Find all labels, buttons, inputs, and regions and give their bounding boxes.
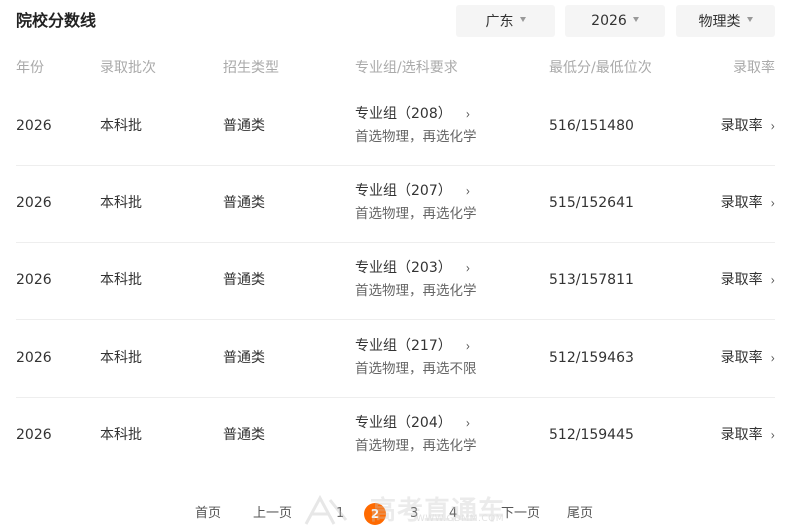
admission-rate-link[interactable]: 录取率 ›: [721, 270, 775, 291]
chevron-right-icon: ›: [770, 195, 775, 212]
chevron-right-icon: ›: [465, 106, 471, 123]
column-header-score: 最低分/最低位次: [549, 60, 652, 76]
year-cell: 2026: [16, 195, 52, 211]
last-page-link[interactable]: 尾页: [567, 503, 593, 525]
batch-cell: 本科批: [100, 427, 142, 443]
score-rank-cell: 516/151480: [549, 118, 634, 134]
group-label: 专业组（208）: [355, 106, 452, 122]
year-cell: 2026: [16, 350, 52, 366]
group-label: 专业组（207）: [355, 183, 452, 199]
year-cell: 2026: [16, 118, 52, 134]
requirement-cell: 首选物理，再选化学: [355, 129, 477, 145]
column-header-group: 专业组/选科要求: [355, 60, 458, 76]
requirement-cell: 首选物理，再选化学: [355, 283, 477, 299]
type-cell: 普通类: [223, 195, 265, 211]
type-cell: 普通类: [223, 272, 265, 288]
chevron-right-icon: ›: [770, 350, 775, 367]
year-dropdown-label: 2026: [591, 13, 627, 29]
admission-rate-link[interactable]: 录取率 ›: [721, 425, 775, 446]
admission-rate-label: 录取率: [720, 118, 763, 134]
page-1-link[interactable]: 1: [336, 503, 344, 525]
group-link[interactable]: 专业组（207） ›: [355, 181, 470, 202]
caret-down-icon: [632, 16, 639, 22]
group-label: 专业组（203）: [355, 260, 452, 276]
batch-cell: 本科批: [100, 272, 142, 288]
group-label: 专业组（217）: [355, 338, 452, 354]
batch-cell: 本科批: [100, 118, 142, 134]
batch-cell: 本科批: [100, 350, 142, 366]
type-cell: 普通类: [223, 350, 265, 366]
chevron-right-icon: ›: [770, 118, 775, 135]
score-rank-cell: 512/159445: [549, 427, 634, 443]
column-header-batch: 录取批次: [100, 60, 156, 76]
prev-page-link[interactable]: 上一页: [253, 503, 292, 525]
page-3-link[interactable]: 3: [410, 503, 418, 525]
requirement-cell: 首选物理，再选化学: [355, 438, 477, 454]
chevron-right-icon: ›: [770, 427, 775, 444]
caret-down-icon: [519, 16, 526, 22]
group-link[interactable]: 专业组（217） ›: [355, 336, 470, 357]
chevron-right-icon: ›: [465, 338, 471, 355]
column-header-rate: 录取率: [733, 60, 775, 76]
chevron-right-icon: ›: [465, 260, 471, 277]
chevron-right-icon: ›: [465, 183, 471, 200]
admission-rate-link[interactable]: 录取率 ›: [721, 193, 775, 214]
subject-dropdown[interactable]: 物理类: [676, 5, 775, 37]
batch-cell: 本科批: [100, 195, 142, 211]
chevron-right-icon: ›: [465, 415, 471, 432]
admission-rate-label: 录取率: [720, 272, 763, 288]
year-cell: 2026: [16, 427, 52, 443]
admission-rate-label: 录取率: [720, 195, 763, 211]
requirement-cell: 首选物理，再选不限: [355, 361, 477, 377]
score-rank-cell: 515/152641: [549, 195, 634, 211]
table-row: 2026 本科批 普通类 专业组（204） › 首选物理，再选化学 512/159445 录取…: [16, 397, 775, 475]
column-header-year: 年份: [16, 60, 44, 76]
year-dropdown[interactable]: 2026: [565, 5, 665, 37]
page-title: 院校分数线: [16, 11, 97, 30]
caret-down-icon: [746, 16, 753, 22]
score-rank-cell: 512/159463: [549, 350, 634, 366]
first-page-link[interactable]: 首页: [195, 503, 221, 525]
column-header-type: 招生类型: [223, 60, 279, 76]
next-page-link[interactable]: 下一页: [501, 503, 540, 525]
subject-dropdown-label: 物理类: [698, 14, 741, 30]
chevron-right-icon: ›: [770, 272, 775, 289]
table-row: 2026 本科批 普通类 专业组（208） › 首选物理，再选化学 516/151480 录取…: [16, 88, 775, 166]
table-row: 2026 本科批 普通类 专业组（207） › 首选物理，再选化学 515/152641 录取…: [16, 165, 775, 243]
requirement-cell: 首选物理，再选化学: [355, 206, 477, 222]
page-4-link[interactable]: 4: [449, 503, 457, 525]
table-row: 2026 本科批 普通类 专业组（217） › 首选物理，再选不限 512/159463 录取…: [16, 320, 775, 398]
admission-rate-label: 录取率: [720, 427, 763, 443]
score-rank-cell: 513/157811: [549, 272, 634, 288]
type-cell: 普通类: [223, 427, 265, 443]
group-label: 专业组（204）: [355, 415, 452, 431]
province-dropdown[interactable]: 广东: [456, 5, 555, 37]
admission-rate-link[interactable]: 录取率 ›: [721, 348, 775, 369]
group-link[interactable]: 专业组（204） ›: [355, 413, 470, 434]
admission-rate-label: 录取率: [720, 350, 763, 366]
page-2-current[interactable]: 2: [364, 503, 386, 525]
admission-rate-link[interactable]: 录取率 ›: [721, 116, 775, 137]
table-row: 2026 本科批 普通类 专业组（203） › 首选物理，再选化学 513/157811 录取…: [16, 242, 775, 320]
group-link[interactable]: 专业组（203） ›: [355, 258, 470, 279]
group-link[interactable]: 专业组（208） ›: [355, 104, 470, 125]
province-dropdown-label: 广东: [485, 14, 514, 30]
type-cell: 普通类: [223, 118, 265, 134]
year-cell: 2026: [16, 272, 52, 288]
pagination: 首页 上一页 1 2 3 4 下一页 尾页: [0, 503, 801, 527]
